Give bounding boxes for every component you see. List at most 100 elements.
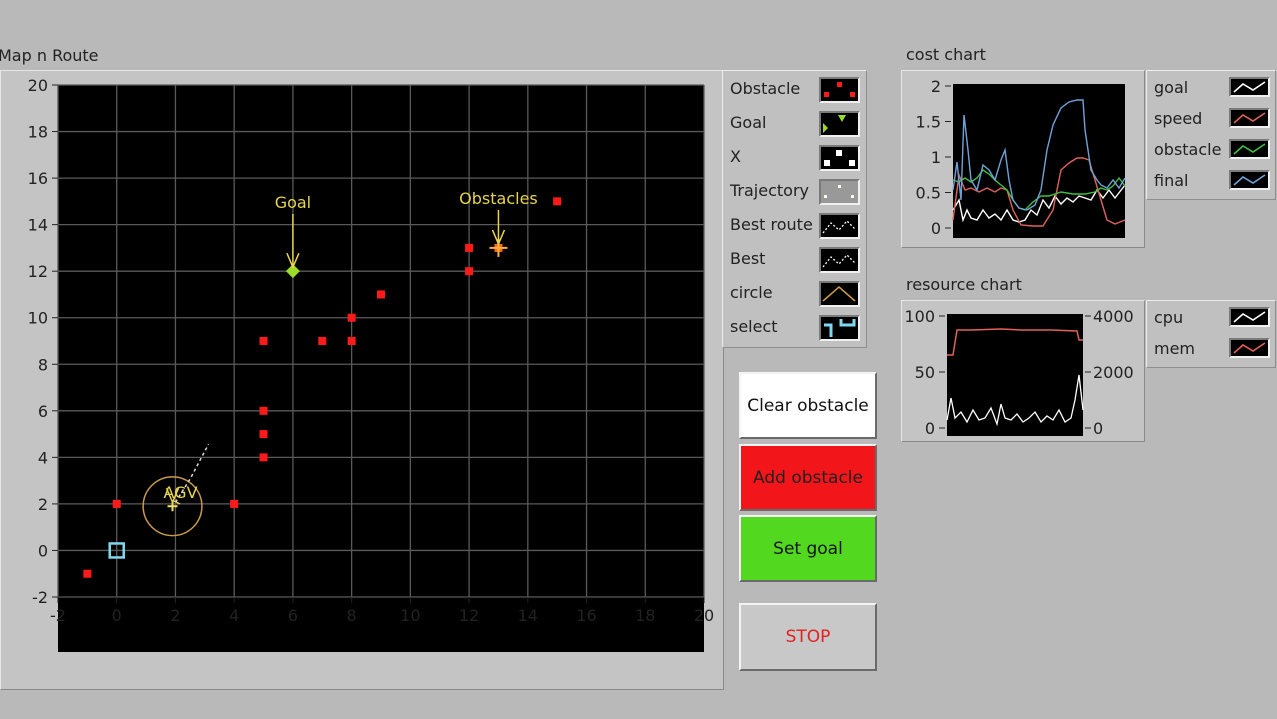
best-route-swatch-icon[interactable] (819, 213, 860, 239)
cost-chart-plot: 2 1.5 1 0.5 0 (916, 77, 1126, 238)
obstacle-point (259, 406, 268, 415)
obstacle-point (465, 267, 474, 276)
trajectory-swatch-icon[interactable] (819, 179, 860, 205)
map-y-tick-label: -2 (32, 588, 48, 607)
cost-y-tick-label: 0 (931, 219, 941, 238)
map-legend-label: Obstacle (730, 79, 801, 98)
map-y-tick-label: 12 (28, 262, 48, 281)
final-series-swatch-icon[interactable] (1229, 170, 1270, 190)
map-x-tick-label: 10 (400, 606, 420, 625)
goal-series-swatch-icon[interactable] (1229, 77, 1270, 97)
obstacle-series-swatch-icon[interactable] (1229, 139, 1270, 159)
resource-right-tick-label: 2000 (1093, 363, 1134, 382)
cost-chart-legend: goal speed obstacle final (1146, 70, 1276, 200)
obstacle-point (318, 337, 327, 345)
resource-chart-plot: 100 50 0 4000 2000 0 (904, 307, 1134, 438)
map-x-tick-label: 8 (347, 606, 357, 625)
map-y-tick-label: 2 (38, 495, 48, 514)
map-x-tick-label: 16 (576, 606, 596, 625)
resource-chart-legend: cpu mem (1146, 300, 1276, 368)
goal-swatch-icon[interactable] (819, 111, 860, 137)
resource-legend-item: cpu (1147, 304, 1275, 338)
cost-legend-item: goal (1147, 74, 1275, 108)
obstacle-point (259, 337, 268, 345)
map-legend-item: circle (723, 279, 866, 313)
set-goal-button[interactable]: Set goal (739, 515, 877, 582)
map-y-tick-label: 10 (28, 309, 48, 328)
map-y-tick-label: 4 (38, 448, 48, 467)
x-swatch-icon[interactable] (819, 145, 860, 171)
map-legend-label: select (730, 317, 778, 336)
map-legend: Obstacle Goal X Trajectory Best route Best cir… (722, 70, 867, 348)
resource-legend-item: mem (1147, 335, 1275, 369)
cost-y-tick-label: 2 (931, 77, 941, 96)
map-legend-label: Goal (730, 113, 767, 132)
resource-legend-label: mem (1154, 339, 1196, 358)
map-legend-item: Obstacle (723, 75, 866, 109)
resource-left-tick-label: 0 (925, 419, 935, 438)
map-y-tick-label: 0 (38, 541, 48, 560)
mem-series-swatch-icon[interactable] (1229, 338, 1270, 358)
map-title: Map n Route (0, 46, 99, 65)
obstacle-point (83, 569, 92, 578)
map-x-tick-label: 6 (288, 606, 298, 625)
speed-series-swatch-icon[interactable] (1229, 108, 1270, 128)
map-legend-item: Best route (723, 211, 866, 245)
stop-button[interactable]: STOP (739, 603, 877, 671)
circle-swatch-icon[interactable] (819, 281, 860, 307)
obstacle-point (465, 243, 474, 252)
map-y-tick-label: 8 (38, 355, 48, 374)
resource-left-tick-label: 50 (915, 363, 935, 382)
cost-legend-label: obstacle (1154, 140, 1222, 159)
map-legend-item: Best (723, 245, 866, 279)
cpu-series-swatch-icon[interactable] (1229, 307, 1270, 327)
map-x-tick-label: 4 (229, 606, 239, 625)
map-y-tick-label: 6 (38, 402, 48, 421)
cost-legend-label: speed (1154, 109, 1203, 128)
map-x-tick-label: 0 (112, 606, 122, 625)
map-legend-label: circle (730, 283, 773, 302)
resource-right-tick-label: 4000 (1093, 307, 1134, 326)
map-legend-item: Trajectory (723, 177, 866, 211)
cost-legend-label: goal (1154, 78, 1189, 97)
add-obstacle-button[interactable]: Add obstacle (739, 444, 877, 511)
cost-legend-item: final (1147, 167, 1275, 201)
obstacle-point (347, 313, 356, 322)
cost-legend-item: speed (1147, 105, 1275, 139)
obstacle-point (259, 430, 268, 439)
cost-chart-title: cost chart (906, 45, 986, 64)
map-legend-item: Goal (723, 109, 866, 143)
map-x-tick-label: 14 (518, 606, 538, 625)
map-y-tick-label: 16 (28, 169, 48, 188)
map-legend-label: X (730, 147, 741, 166)
select-swatch-icon[interactable] (819, 315, 860, 341)
clear-obstacle-button[interactable]: Clear obstacle (739, 372, 877, 439)
map-x-tick-label: -2 (50, 606, 66, 625)
resource-chart-title: resource chart (906, 275, 1022, 294)
map-y-tick-label: 20 (28, 76, 48, 95)
resource-left-tick-label: 100 (904, 307, 935, 326)
cost-y-tick-label: 0.5 (916, 184, 941, 203)
obstacle-point (230, 499, 239, 508)
resource-legend-label: cpu (1154, 308, 1184, 327)
obstacle-point (347, 337, 356, 345)
best-swatch-icon[interactable] (819, 247, 860, 273)
map-legend-item: select (723, 313, 866, 347)
cost-y-tick-label: 1.5 (916, 113, 941, 132)
map-y-tick-label: 14 (28, 216, 48, 235)
map-x-tick-label: 12 (459, 606, 479, 625)
map-x-tick-label: 20 (694, 606, 714, 625)
map-x-tick-label: 18 (635, 606, 655, 625)
cost-legend-label: final (1154, 171, 1189, 190)
obstacles-annotation: Obstacles (459, 189, 538, 208)
obstacle-point (112, 499, 121, 508)
map-plot[interactable]: -2 0 2 4 6 8 10 12 14 16 18 20 -2 0 2 4 6 8 10 12 14 16 18 20 G… (0, 70, 722, 688)
goal-annotation: Goal (275, 193, 311, 212)
map-plot-area (58, 85, 704, 652)
map-legend-label: Best (730, 249, 766, 268)
obstacle-swatch-icon[interactable] (819, 77, 860, 103)
obstacle-point (259, 453, 268, 462)
map-y-tick-label: 18 (28, 123, 48, 142)
resource-right-tick-label: 0 (1093, 419, 1103, 438)
cost-y-tick-label: 1 (931, 148, 941, 167)
